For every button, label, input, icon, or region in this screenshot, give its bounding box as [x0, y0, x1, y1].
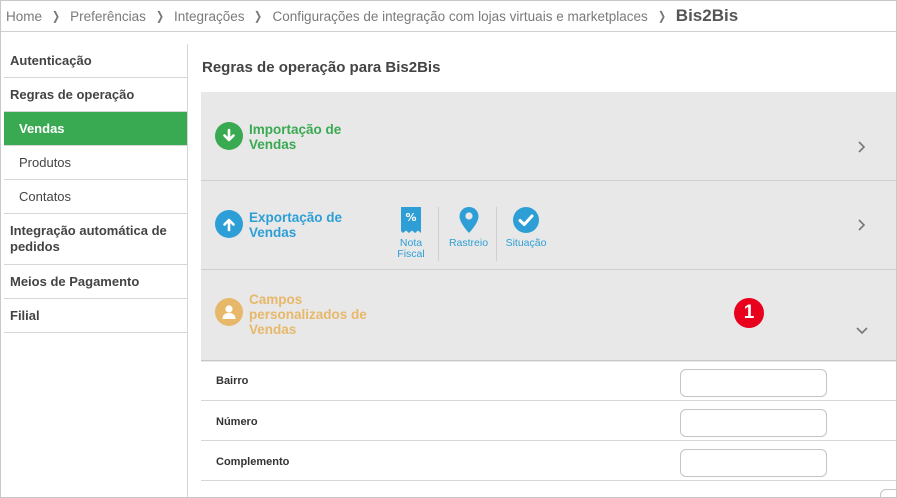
sidebar-item-contatos[interactable]: Contatos — [4, 180, 187, 214]
sidebar-item-filial[interactable]: Filial — [4, 299, 187, 333]
section-label: Exportação de Vendas — [249, 210, 343, 240]
sidebar-item-meios-de-pagamento[interactable]: Meios de Pagamento — [4, 265, 187, 299]
section-campos-personalizados[interactable]: Campos personalizados de Vendas — [201, 270, 896, 361]
breadcrumb-integracoes[interactable]: Integrações — [174, 9, 245, 24]
section-importacao-vendas[interactable]: Importação de Vendas — [201, 92, 896, 181]
numero-input[interactable] — [680, 409, 827, 437]
sidebar-item-autenticacao[interactable]: Autenticação — [4, 44, 187, 78]
invoice-percent-icon: % — [400, 206, 422, 237]
check-circle-icon — [512, 206, 540, 237]
shortcut-rastreio[interactable]: Rastreio — [446, 206, 491, 249]
breadcrumb: Home ❯ Preferências ❯ Integrações ❯ Conf… — [1, 1, 896, 32]
divider — [496, 207, 497, 261]
chevron-right-icon: ❯ — [155, 9, 164, 23]
field-row-complemento: Complemento — [201, 441, 896, 481]
breadcrumb-current: Bis2Bis — [675, 6, 739, 25]
chevron-right-icon[interactable] — [857, 218, 867, 237]
sidebar-item-label: Produtos — [19, 155, 72, 170]
svg-text:%: % — [405, 211, 416, 224]
shortcut-situacao[interactable]: Situação — [503, 206, 549, 249]
breadcrumb-configuracoes[interactable]: Configurações de integração com lojas vi… — [273, 9, 648, 24]
sidebar-item-produtos[interactable]: Produtos — [4, 146, 187, 180]
sidebar-divider — [187, 44, 188, 497]
breadcrumb-preferencias[interactable]: Preferências — [70, 9, 146, 24]
next-field-input[interactable] — [880, 489, 896, 497]
arrow-down-icon — [215, 122, 243, 150]
field-label: Complemento — [216, 456, 290, 468]
chevron-down-icon[interactable] — [855, 323, 869, 341]
sidebar-item-label: Contatos — [19, 189, 72, 204]
field-row-bairro: Bairro — [201, 361, 896, 401]
page-title: Regras de operação para Bis2Bis — [202, 59, 441, 76]
chevron-right-icon[interactable] — [857, 140, 867, 159]
section-label: Importação de Vendas — [249, 122, 342, 152]
bairro-input[interactable] — [680, 369, 827, 397]
shortcut-label: Nota Fiscal — [397, 237, 425, 260]
user-icon — [215, 298, 243, 326]
sidebar-item-label: Integração automática de pedidos — [10, 223, 167, 254]
sidebar: Autenticação Regras de operação Vendas P… — [4, 44, 187, 333]
sidebar-item-label: Meios de Pagamento — [10, 274, 140, 289]
map-pin-icon — [458, 206, 480, 237]
shortcut-nota-fiscal[interactable]: % Nota Fiscal — [393, 206, 429, 260]
section-exportacao-vendas[interactable]: Exportação de Vendas % Nota Fiscal Rastr… — [201, 181, 896, 270]
sidebar-item-label: Autenticação — [10, 53, 92, 68]
divider — [438, 207, 439, 261]
sidebar-item-integracao-automatica[interactable]: Integração automática de pedidos — [4, 214, 187, 265]
sidebar-item-regras-de-operacao[interactable]: Regras de operação — [4, 78, 187, 112]
sidebar-item-label: Filial — [10, 308, 40, 323]
chevron-right-icon: ❯ — [657, 9, 666, 23]
step-badge: 1 — [734, 298, 764, 328]
complemento-input[interactable] — [680, 449, 827, 477]
shortcut-label: Situação — [505, 237, 547, 249]
sidebar-item-vendas[interactable]: Vendas — [4, 112, 187, 146]
field-label: Número — [216, 416, 258, 428]
app-frame: Home ❯ Preferências ❯ Integrações ❯ Conf… — [0, 0, 897, 498]
sidebar-item-label: Regras de operação — [10, 87, 135, 102]
chevron-right-icon: ❯ — [52, 9, 61, 23]
field-label: Bairro — [216, 375, 249, 387]
field-row-numero: Número — [201, 401, 896, 441]
chevron-right-icon: ❯ — [254, 9, 263, 23]
arrow-up-icon — [215, 210, 243, 238]
sections-panel: Importação de Vendas Exportação de Venda… — [201, 92, 896, 362]
breadcrumb-home[interactable]: Home — [6, 9, 42, 24]
shortcut-label: Rastreio — [448, 237, 489, 249]
sidebar-item-label: Vendas — [19, 121, 65, 136]
section-label: Campos personalizados de Vendas — [249, 292, 367, 337]
